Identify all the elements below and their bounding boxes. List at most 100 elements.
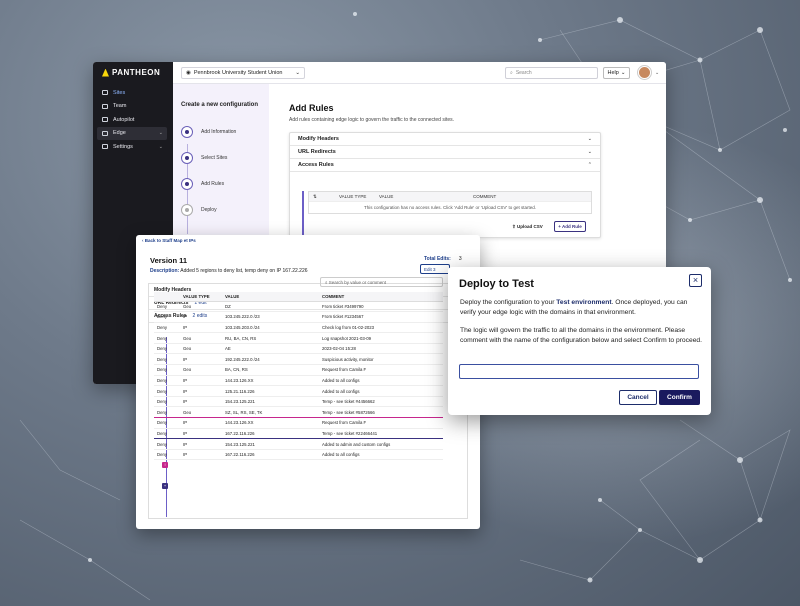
modal-text: Deploy the configuration to your [460,299,557,306]
column-header[interactable] [154,292,180,302]
test-environment-link[interactable]: Test environment [556,299,611,306]
table-row[interactable]: Deny IP 192.245.222.0 /24 Suspicious activi… [154,353,443,366]
chevron-down-icon[interactable]: ⌄ [655,70,659,76]
table-cell: IP [180,311,222,323]
add-rule-button[interactable]: + Add Rule [554,221,586,232]
table-cell: Deny [154,343,180,355]
sidebar-item-edge[interactable]: Edge ⌄ [97,126,167,140]
table-cell: IP [180,428,222,440]
table-cell: IP [180,449,222,461]
table-cell: Temp - see ticket #22466441 [319,428,443,440]
table-row[interactable]: Deny IP 144.23.126.XX Added to all configs [154,375,443,387]
table-cell: Added to all configs [319,385,443,397]
table-cell: Deny [154,385,180,397]
site-selector[interactable]: ◉ Pennbrook University Student Union ⌄ [181,67,305,79]
search-placeholder: Search by value or comment [328,280,387,285]
table-row[interactable]: Deny Geo BA, CN, RS Request from Camila F [154,364,443,376]
avatar[interactable] [638,66,651,79]
sidebar-item-sites[interactable]: Sites [97,86,167,99]
modal-paragraph-1: Deploy the configuration to your Test en… [460,298,702,318]
table-row[interactable]: Deny IP 125.21.116.226 Added to all configs [154,385,443,397]
confirm-button[interactable]: Confirm [659,390,700,405]
table-row[interactable]: Deny IP 154.23.125.221 Added to admin and c… [154,438,443,450]
accordion-modify-headers[interactable]: Modify Headers ⌄ [290,133,600,146]
table-cell: Deny [154,301,180,313]
column-header[interactable]: COMMENT [469,194,496,199]
rules-search-input[interactable]: ⌕ Search by value or comment [320,277,443,287]
close-icon[interactable]: × [689,274,702,287]
column-header[interactable]: COMMENT [319,292,443,302]
sidebar-item-label: Sites [113,89,126,96]
table-cell: 167.22.116.226 [222,428,319,440]
table-cell: Temp - see ticket #5872666 [319,406,443,419]
version-description: Description: Added 5 regions to deny lis… [150,268,308,274]
table-cell: IP [180,438,222,450]
table-row[interactable]: Deny IP 144.23.126.XX Request from Camila F [154,417,443,429]
table-cell: Check log from 01-02-2023 [319,322,443,334]
table-row[interactable]: Deny Geo SZ, SL, RS, SE, TK Temp - see tick… [154,406,443,419]
step-deploy[interactable]: Deploy [181,204,217,216]
step-dot [181,178,193,190]
table-row[interactable]: Deny IP 154.23.125.221 Temp - see ticket #4… [154,396,443,408]
step-add-information[interactable]: Add Information [181,126,236,138]
table-row[interactable]: Deny IP 103.245.222.0 /23 From ticket #1234… [154,311,443,323]
settings-icon [102,144,108,149]
brand-name: PANTHEON [112,68,161,77]
column-header[interactable]: VALUE TYPE [180,292,222,302]
accordion-label: Modify Headers [298,136,339,142]
sidebar-nav: Sites Team Autopilot Edge ⌄ Settings ⌄ [97,86,167,154]
table-row[interactable]: Deny Geo AE 2023-02-04 15:28 [154,343,443,355]
modal-title: Deploy to Test [459,278,534,290]
description-label: Description: [150,268,180,274]
step-dot [181,204,193,216]
search-input[interactable]: ⌕ Search [505,67,598,79]
table-row[interactable]: Deny IP 167.22.116.226 Temp - see ticket #2… [154,428,443,440]
table-cell: IP [180,353,222,366]
back-link[interactable]: ‹ Back to Staff Map et IPs [142,238,196,243]
accordion-url-redirects[interactable]: URL Redirects ⌄ [290,146,600,159]
table-row[interactable]: Deny Geo DZ From ticket #3499790 [154,301,443,313]
table-row[interactable]: Deny IP 103.245.203.0 /24 Check log from 01… [154,322,443,334]
column-header[interactable]: VALUE [375,194,469,199]
table-cell: AE [222,343,319,355]
upload-csv-button[interactable]: ⇪ Upload CSV [512,224,543,230]
step-select-sites[interactable]: Select Sites [181,152,227,164]
total-edits-label: Total Edits: [424,256,451,262]
table-cell: From ticket #1234567 [319,311,443,323]
sidebar-item-autopilot[interactable]: Autopilot [97,113,167,126]
chevron-down-icon: ⌄ [158,143,163,150]
table-row[interactable]: Deny IP 167.22.116.226 Added to all configs [154,449,443,461]
accordion-access-rules[interactable]: Access Rules ⌃ [290,159,600,172]
sort-icon[interactable]: ⇅ [309,194,335,200]
page-title: Add Rules [289,103,334,113]
table-cell: Deny [154,364,180,376]
cancel-button[interactable]: Cancel [619,390,657,405]
sidebar-item-settings[interactable]: Settings ⌄ [97,140,167,153]
pantheon-logo-icon [102,68,109,77]
table-cell: 144.23.126.XX [222,417,319,429]
step-label: Deploy [201,207,217,213]
edit-select[interactable]: Edit 3 [420,264,450,274]
table-cell: From ticket #3499790 [319,301,443,313]
table-cell: RU, BA, CN, RS [222,332,319,344]
configuration-name-input[interactable] [459,364,699,379]
sidebar-item-team[interactable]: Team [97,100,167,113]
table-cell: IP [180,322,222,334]
table-row[interactable]: Deny Geo RU, BA, CN, RS Log snapshot 2021-0… [154,332,443,344]
table-cell: Deny [154,438,180,450]
description-text: Added 5 regions to deny list, temp deny … [180,268,308,274]
table-cell: DZ [222,301,319,313]
table-header: ⇅ VALUE TYPE VALUE COMMENT [309,192,591,201]
table-cell: Deny [154,406,180,419]
table-cell: IP [180,385,222,397]
pantheon-logo[interactable]: PANTHEON [102,68,160,77]
chevron-down-icon: ⌄ [587,136,592,142]
chevron-up-icon: ⌃ [587,162,592,168]
table-cell: SZ, SL, RS, SE, TK [222,406,319,419]
table-cell: Deny [154,428,180,440]
column-header[interactable]: VALUE TYPE [335,194,375,199]
help-button[interactable]: Help ⌄ [603,67,630,79]
added-badge: + [162,483,168,489]
column-header[interactable]: VALUE [222,292,319,302]
step-add-rules[interactable]: Add Rules [181,178,224,190]
